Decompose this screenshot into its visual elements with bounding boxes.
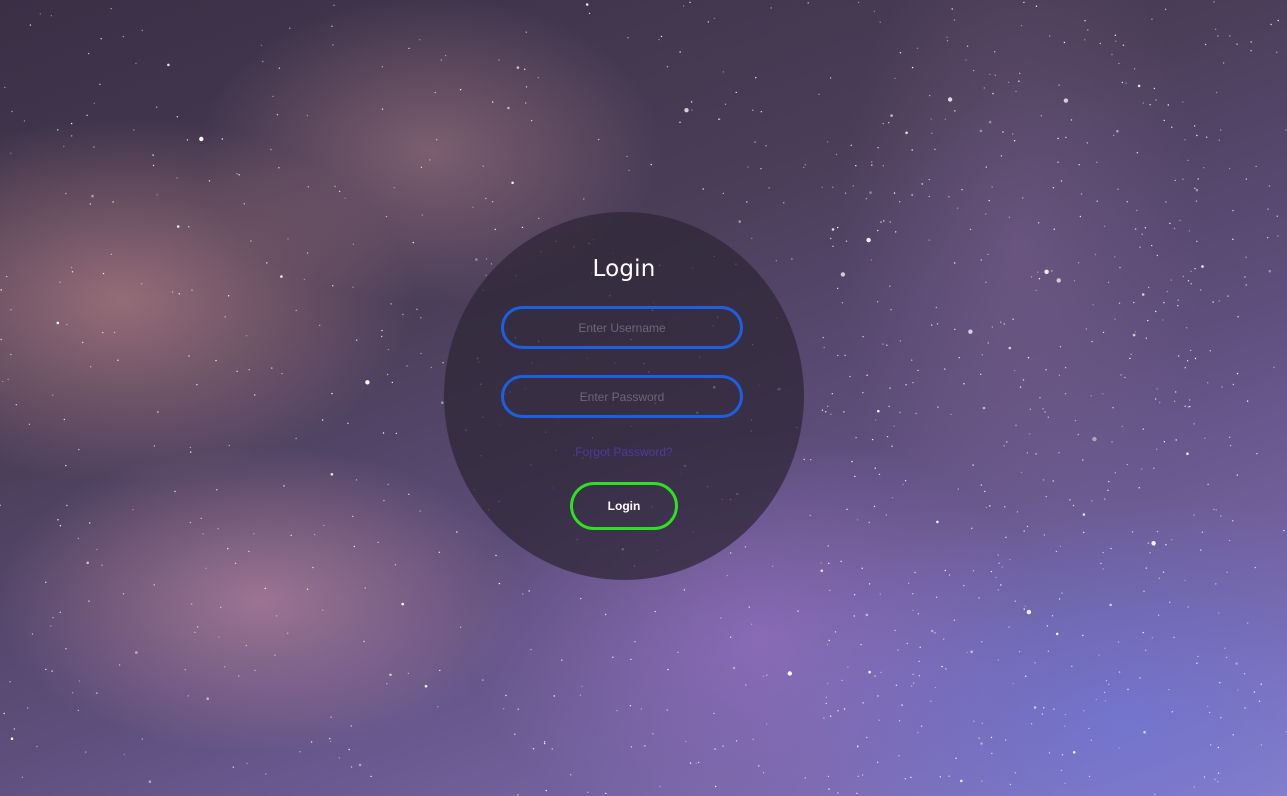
password-input[interactable]	[501, 375, 743, 418]
login-panel: Login Forgot Password? Login	[444, 212, 804, 580]
username-input[interactable]	[501, 306, 743, 349]
login-button[interactable]: Login	[570, 482, 678, 530]
login-title: Login	[592, 256, 656, 282]
forgot-password-link[interactable]: Forgot Password?	[444, 445, 804, 459]
